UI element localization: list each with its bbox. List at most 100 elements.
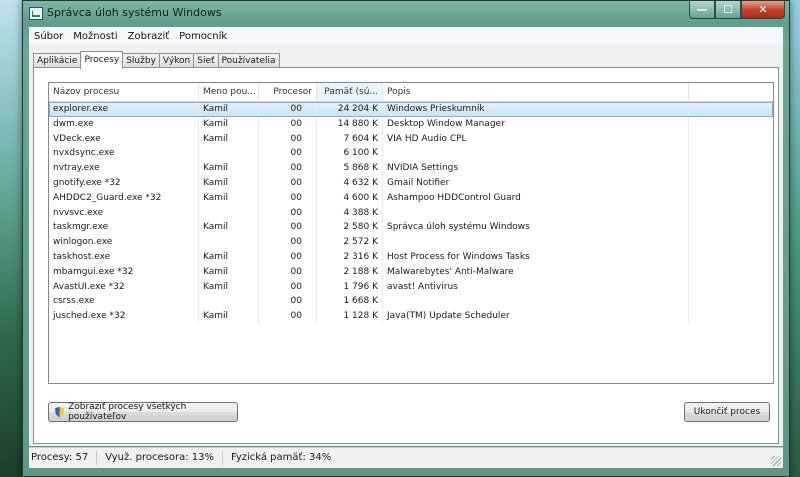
cell-description (383, 146, 689, 162)
cell-memory: 1 668 K (317, 294, 383, 310)
process-list-header: Názov procesu Meno pou... Procesor Pamäť… (49, 83, 773, 102)
table-row[interactable]: AvastUI.exe *32 Kamil 00 1 796 Kavast! Anti… (49, 279, 773, 295)
cell-user-name: Kamil (199, 249, 259, 265)
cell-cpu: 00 (259, 220, 317, 236)
cell-description (383, 235, 689, 250)
maximize-button[interactable]: ☐ (715, 1, 741, 19)
menu-bar: Súbor Možnosti Zobraziť Pomocník (29, 27, 783, 46)
table-row[interactable]: mbamgui.exe *32 Kamil 00 2 188 K Malwarebyte… (49, 264, 773, 280)
window-title: Správca úloh systému Windows (47, 6, 222, 19)
column-header-memory[interactable]: Pamäť (sú... (317, 83, 383, 101)
menu-options[interactable]: Možnosti (68, 31, 122, 42)
cell-user-name: Kamil (199, 116, 259, 132)
cell-user-name: Kamil (199, 131, 259, 147)
process-rows: explorer.exe Kamil 00 24 204 K Windows Pries… (49, 102, 773, 324)
menu-view[interactable]: Zobraziť (123, 31, 175, 42)
column-header-name[interactable]: Názov procesu (49, 83, 199, 101)
column-header-filler (689, 83, 773, 101)
cell-cpu: 00 (259, 294, 317, 310)
cell-process-name: AHDDC2_Guard.exe *32 (49, 190, 199, 206)
cell-process-name: VDeck.exe (49, 131, 199, 147)
cell-description: Gmail Notifier (383, 175, 689, 191)
show-all-users-label: Zobraziť procesy všetkých používateľov (68, 402, 187, 422)
table-row[interactable]: winlogon.exe 00 2 572 K (49, 235, 773, 250)
cell-memory: 2 580 K (317, 220, 383, 236)
table-row[interactable]: AHDDC2_Guard.exe *32 Kamil 00 4 600 K Ashamp… (49, 190, 773, 206)
table-row[interactable]: gnotify.exe *32 Kamil 00 4 632 K Gmail Notif… (49, 175, 773, 191)
tab-applications[interactable]: Aplikácie (33, 53, 82, 68)
column-header-description[interactable]: Popis (383, 83, 689, 101)
cell-filler (689, 191, 773, 206)
table-row[interactable]: taskhost.exe Kamil 00 2 316 K Host Process f… (49, 249, 773, 265)
tab-processes[interactable]: Procesy (80, 51, 124, 69)
cell-filler (689, 309, 773, 324)
process-list[interactable]: Názov procesu Meno pou... Procesor Pamäť… (48, 82, 774, 384)
cell-memory: 2 316 K (317, 249, 383, 265)
tab-strip: Aplikácie Procesy Služby Výkon Sieť Použ… (33, 51, 280, 69)
cell-process-name: nvxdsync.exe (49, 146, 199, 162)
cell-filler (689, 220, 773, 235)
task-manager-window: Správca úloh systému Windows — ☐ ✕ Súbor… (22, 0, 790, 477)
cell-user-name: Kamil (199, 309, 259, 324)
end-process-label: Ukončiť proces (693, 407, 761, 417)
cell-filler (689, 280, 773, 295)
cell-user-name (199, 205, 259, 221)
cell-user-name (199, 294, 259, 310)
cell-filler (689, 206, 773, 221)
table-row[interactable]: explorer.exe Kamil 00 24 204 K Windows Pries… (49, 102, 773, 117)
table-row[interactable]: jusched.exe *32 Kamil 00 1 128 K Java(TM) Up… (49, 309, 773, 324)
minimize-icon: — (696, 3, 708, 16)
cell-cpu: 00 (259, 146, 317, 162)
menu-help[interactable]: Pomocník (174, 31, 232, 42)
menu-file[interactable]: Súbor (29, 31, 68, 42)
cell-process-name: csrss.exe (49, 294, 199, 310)
minimize-button[interactable]: — (689, 1, 715, 19)
maximize-icon: ☐ (723, 3, 733, 16)
table-row[interactable]: taskmgr.exe Kamil 00 2 580 K Správca úloh sy… (49, 220, 773, 236)
cell-description: Desktop Window Manager (383, 116, 689, 132)
cell-cpu: 00 (259, 175, 317, 191)
cell-memory: 6 100 K (317, 146, 383, 162)
cell-description: Windows Prieskumník (383, 102, 689, 117)
cell-user-name: Kamil (199, 220, 259, 236)
table-row[interactable]: nvxdsync.exe 00 6 100 K (49, 146, 773, 162)
close-button[interactable]: ✕ (741, 1, 785, 19)
cell-user-name (199, 146, 259, 162)
cell-filler (689, 146, 773, 161)
cell-user-name: Kamil (199, 102, 259, 117)
table-row[interactable]: VDeck.exe Kamil 00 7 604 K VIA HD Audio CPL (49, 131, 773, 147)
column-header-cpu[interactable]: Procesor (259, 83, 317, 101)
cell-description (383, 205, 689, 221)
table-row[interactable]: nvtray.exe Kamil 00 5 868 K NVIDIA Settings (49, 161, 773, 176)
cell-memory: 2 572 K (317, 235, 383, 250)
cell-description: Ashampoo HDDControl Guard (383, 190, 689, 206)
status-physical-memory: Fyzická pamäť: 34% (230, 452, 332, 463)
cell-process-name: jusched.exe *32 (49, 309, 199, 324)
table-row[interactable]: dwm.exe Kamil 00 14 880 K Desktop Window Man… (49, 116, 773, 132)
column-header-user[interactable]: Meno pou... (199, 83, 259, 101)
tab-services[interactable]: Služby (122, 53, 160, 68)
table-row[interactable]: nvvsvc.exe 00 4 388 K (49, 205, 773, 221)
cell-description (383, 294, 689, 310)
cell-user-name: Kamil (199, 190, 259, 206)
tab-performance[interactable]: Výkon (158, 53, 195, 68)
task-manager-app-icon (29, 7, 43, 20)
cell-user-name: Kamil (199, 161, 259, 176)
cell-cpu: 00 (259, 205, 317, 221)
cell-memory: 24 204 K (317, 102, 383, 117)
cell-cpu: 00 (259, 190, 317, 206)
cell-user-name (199, 235, 259, 250)
title-bar[interactable]: Správca úloh systému Windows — ☐ ✕ (23, 1, 789, 25)
cell-memory: 7 604 K (317, 131, 383, 147)
table-row[interactable]: csrss.exe 00 1 668 K (49, 294, 773, 310)
client-area: Aplikácie Procesy Služby Výkon Sieť Použ… (29, 45, 783, 446)
cell-filler (689, 102, 773, 117)
tab-networking[interactable]: Sieť (193, 53, 219, 68)
cell-filler (689, 132, 773, 147)
cell-memory: 4 632 K (317, 175, 383, 191)
show-all-users-processes-button[interactable]: Zobraziť procesy všetkých používateľov (48, 402, 238, 422)
cell-filler (689, 294, 773, 309)
end-process-button[interactable]: Ukončiť proces (684, 402, 770, 422)
tab-users[interactable]: Používatelia (217, 53, 280, 68)
resize-grip[interactable] (771, 456, 781, 466)
